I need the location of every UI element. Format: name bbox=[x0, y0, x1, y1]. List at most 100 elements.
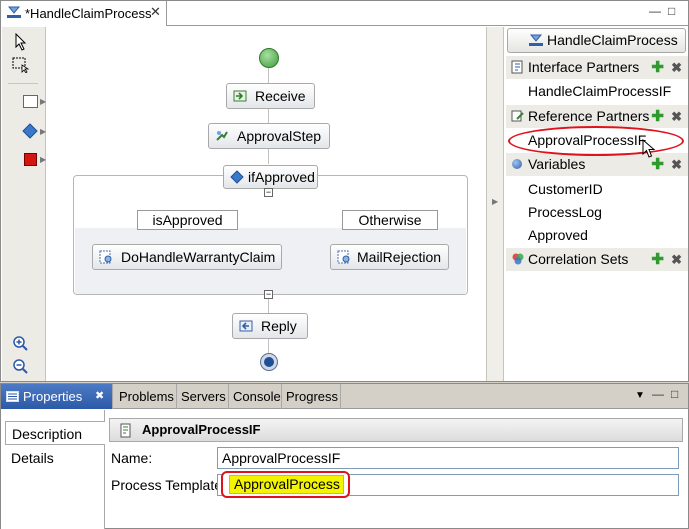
invoke-icon bbox=[99, 250, 112, 264]
process-canvas[interactable]: Receive ApprovalStep ifApproved − isAppr… bbox=[47, 27, 486, 381]
zoom-in-icon[interactable] bbox=[13, 336, 29, 352]
tab-progress[interactable]: Progress bbox=[282, 384, 341, 409]
properties-view: Properties ✖ Problems Servers Console Pr… bbox=[0, 383, 689, 529]
process-template-value[interactable]: ApprovalProcess bbox=[229, 475, 344, 494]
name-label: Name: bbox=[111, 450, 153, 466]
expand-arrow-icon[interactable]: ▶ bbox=[40, 155, 46, 164]
close-tab-icon[interactable]: ✕ bbox=[150, 4, 161, 20]
add-icon[interactable]: ✚ bbox=[651, 56, 664, 79]
process-tray: HandleClaimProcess Interface Partners ✚ … bbox=[504, 27, 688, 381]
mouse-cursor-icon bbox=[642, 139, 656, 158]
case-is-approved[interactable]: isApproved bbox=[137, 210, 238, 230]
variables-label: Variables bbox=[528, 156, 586, 172]
process-template-label: Process Template: bbox=[111, 477, 226, 493]
interface-partner-item[interactable]: HandleClaimProcessIF bbox=[506, 80, 688, 103]
receive-activity[interactable]: Receive bbox=[226, 83, 315, 109]
properties-title: ApprovalProcessIF bbox=[142, 422, 261, 437]
remove-icon[interactable]: ✖ bbox=[671, 105, 682, 128]
minimize-icon[interactable]: — bbox=[652, 387, 664, 401]
case-otherwise[interactable]: Otherwise bbox=[342, 210, 438, 230]
tab-properties[interactable]: Properties ✖ bbox=[1, 384, 113, 409]
remove-icon[interactable]: ✖ bbox=[671, 153, 682, 176]
tray-splitter[interactable]: ▶ bbox=[486, 27, 504, 381]
zoom-out-icon[interactable] bbox=[13, 359, 29, 375]
reply-label: Reply bbox=[261, 318, 297, 334]
fault-tool-icon[interactable] bbox=[24, 153, 37, 166]
collapse-tray-icon[interactable]: ▶ bbox=[492, 197, 498, 206]
human-task-icon bbox=[216, 131, 228, 141]
end-node[interactable] bbox=[260, 353, 278, 371]
minimize-icon[interactable]: — bbox=[649, 4, 661, 18]
reply-icon bbox=[239, 320, 253, 332]
reference-partner-icon bbox=[120, 423, 131, 438]
interface-partners-label: Interface Partners bbox=[528, 59, 640, 75]
maximize-icon[interactable]: □ bbox=[671, 387, 678, 401]
palette-separator bbox=[8, 83, 38, 84]
if-approved-choice[interactable]: ifApproved bbox=[223, 165, 318, 189]
variable-item[interactable]: ProcessLog bbox=[506, 201, 688, 224]
tab-console[interactable]: Console bbox=[229, 384, 282, 409]
mail-rejection-activity[interactable]: MailRejection bbox=[330, 244, 449, 270]
properties-section-tabs: Description Details bbox=[1, 410, 105, 529]
reference-partner-icon bbox=[511, 110, 524, 122]
variable-label: Approved bbox=[528, 227, 588, 243]
connector bbox=[268, 149, 269, 164]
add-icon[interactable]: ✚ bbox=[651, 248, 664, 271]
close-view-icon[interactable]: ✖ bbox=[95, 384, 104, 409]
variable-item[interactable]: CustomerID bbox=[506, 178, 688, 201]
tray-process-title: HandleClaimProcess bbox=[547, 32, 678, 48]
if-approved-label: ifApproved bbox=[248, 169, 315, 185]
invoke-icon bbox=[337, 250, 350, 264]
variable-label: CustomerID bbox=[528, 181, 603, 197]
tool-palette: ▶ ▶ ▶ bbox=[2, 27, 46, 381]
receive-label: Receive bbox=[255, 88, 306, 104]
view-tab-bar: Properties ✖ Problems Servers Console Pr… bbox=[1, 384, 688, 409]
reference-partners-header[interactable]: Reference Partners ✚ ✖ bbox=[506, 105, 688, 128]
expand-arrow-icon[interactable]: ▶ bbox=[40, 127, 46, 136]
choice-icon bbox=[230, 170, 244, 184]
do-handle-warranty-claim-activity[interactable]: DoHandleWarrantyClaim bbox=[92, 244, 282, 270]
connector bbox=[268, 109, 269, 124]
maximize-icon[interactable]: □ bbox=[668, 4, 675, 18]
choice-tool-icon[interactable] bbox=[22, 123, 38, 139]
tab-servers[interactable]: Servers bbox=[177, 384, 229, 409]
process-icon bbox=[529, 34, 543, 46]
correlation-sets-header[interactable]: Correlation Sets ✚ ✖ bbox=[506, 248, 688, 271]
reply-activity[interactable]: Reply bbox=[232, 313, 308, 339]
interface-partner-icon bbox=[511, 60, 523, 74]
properties-title-bar: ApprovalProcessIF bbox=[109, 418, 683, 442]
variable-item[interactable]: Approved bbox=[506, 224, 688, 247]
view-menu-icon[interactable]: ▼ bbox=[635, 390, 645, 401]
tab-problems[interactable]: Problems bbox=[115, 384, 177, 409]
remove-icon[interactable]: ✖ bbox=[671, 248, 682, 271]
section-tab-description[interactable]: Description bbox=[5, 421, 105, 445]
collapse-choice-icon[interactable]: − bbox=[264, 188, 273, 197]
correlation-set-icon bbox=[512, 253, 524, 265]
variables-header[interactable]: Variables ✚ ✖ bbox=[506, 153, 688, 176]
remove-icon[interactable]: ✖ bbox=[671, 56, 682, 79]
editor-tab-title: *HandleClaimProcess bbox=[25, 6, 152, 21]
process-icon bbox=[7, 6, 21, 18]
editor-tab-bar: *HandleClaimProcess ✕ — □ bbox=[1, 1, 688, 26]
name-field[interactable]: ApprovalProcessIF bbox=[217, 447, 679, 469]
approval-step-activity[interactable]: ApprovalStep bbox=[208, 123, 330, 149]
reference-partners-label: Reference Partners bbox=[528, 108, 650, 124]
select-tool-icon[interactable] bbox=[14, 33, 28, 51]
tab-properties-label: Properties bbox=[23, 389, 83, 404]
collapse-choice-bottom-icon[interactable]: − bbox=[264, 290, 273, 299]
expand-arrow-icon[interactable]: ▶ bbox=[40, 97, 46, 106]
add-icon[interactable]: ✚ bbox=[651, 105, 664, 128]
start-node[interactable] bbox=[259, 48, 279, 68]
interface-partners-header[interactable]: Interface Partners ✚ ✖ bbox=[506, 56, 688, 79]
mail-rejection-label: MailRejection bbox=[357, 249, 442, 265]
marquee-tool-icon[interactable] bbox=[12, 57, 30, 73]
tray-process-button[interactable]: HandleClaimProcess bbox=[507, 28, 686, 53]
interface-partner-label: HandleClaimProcessIF bbox=[528, 83, 672, 99]
process-editor: *HandleClaimProcess ✕ — □ ▶ ▶ ▶ Receive … bbox=[0, 0, 689, 382]
editor-tab[interactable]: *HandleClaimProcess ✕ bbox=[1, 1, 167, 26]
section-tab-details[interactable]: Details bbox=[5, 446, 105, 470]
do-handle-warranty-claim-label: DoHandleWarrantyClaim bbox=[121, 249, 276, 265]
connector bbox=[268, 299, 269, 313]
variable-icon bbox=[512, 159, 522, 169]
activity-tool-icon[interactable] bbox=[23, 95, 38, 108]
